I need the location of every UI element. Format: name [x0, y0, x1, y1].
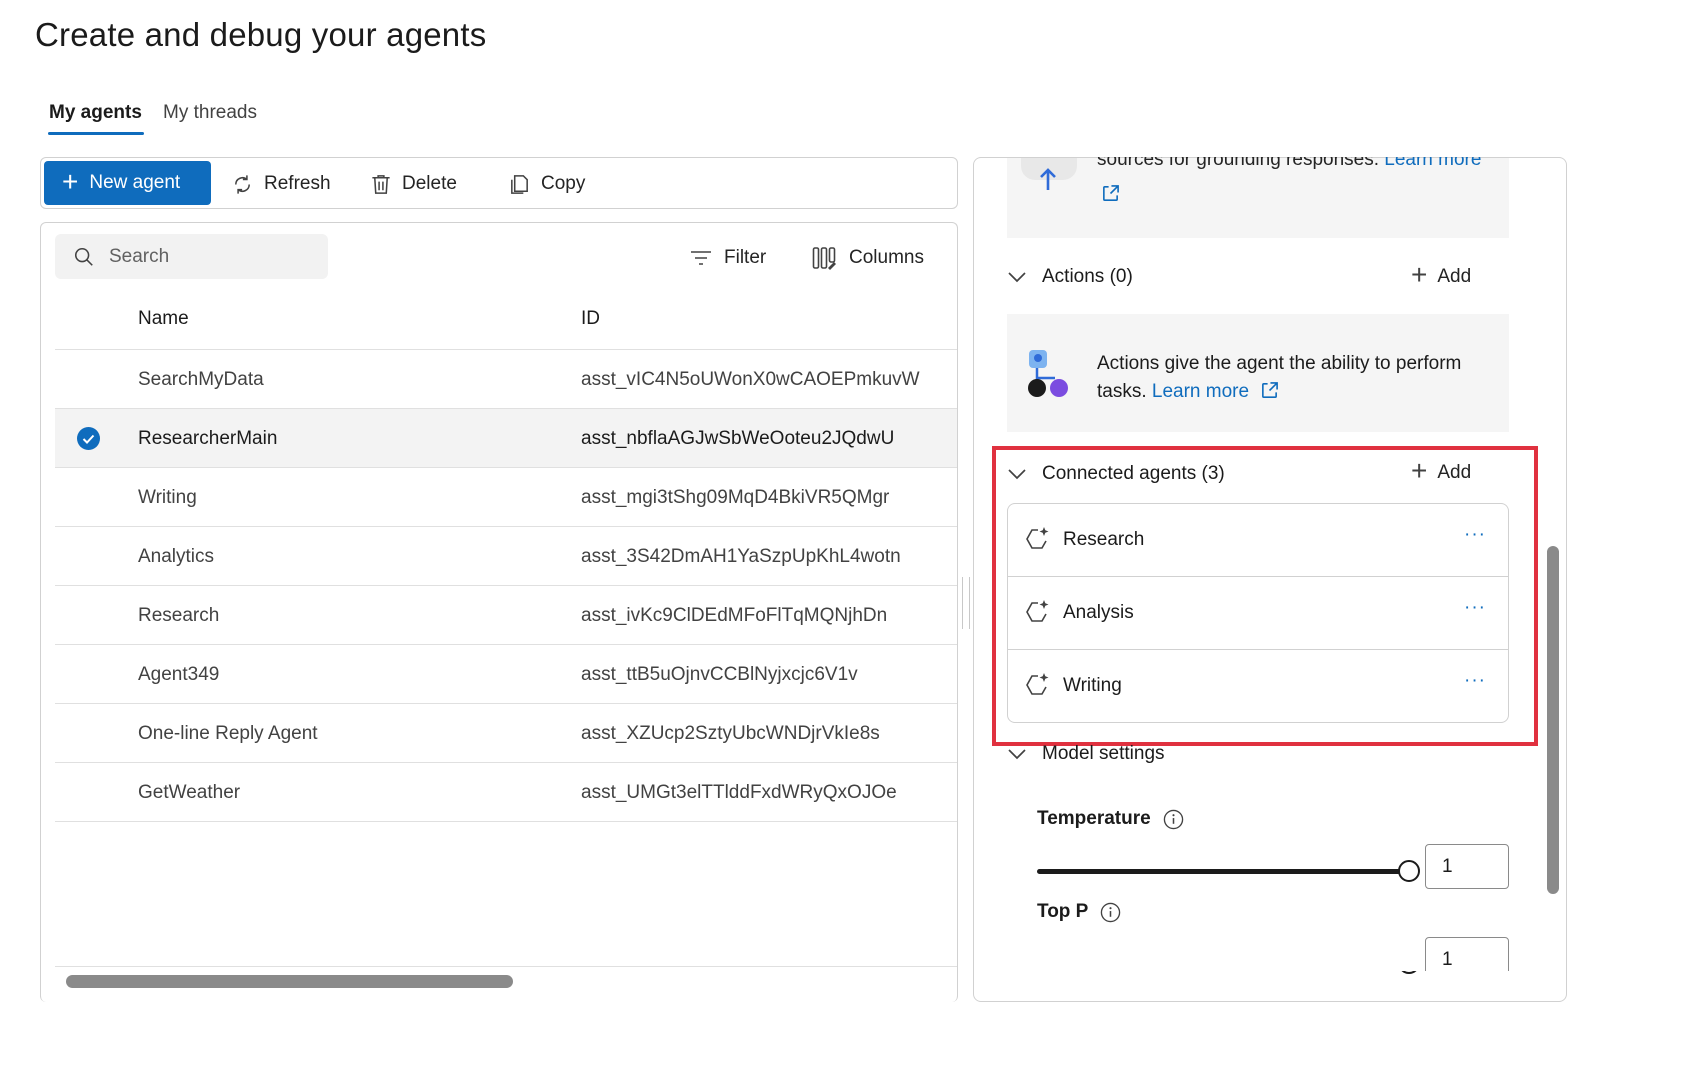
knowledge-text: sources for grounding responses.: [1097, 157, 1379, 170]
table-row[interactable]: One-line Reply Agent asst_XZUcp2SztyUbcW…: [55, 703, 957, 762]
table-row[interactable]: Agent349 asst_ttB5uOjnvCCBlNyjxcjc6V1v: [55, 644, 957, 703]
model-settings-title: Model settings: [1042, 743, 1165, 764]
table-row[interactable]: Writing asst_mgi3tShg09MqD4BkiVR5QMgr: [55, 467, 957, 526]
filter-label: Filter: [724, 247, 767, 268]
column-header-id[interactable]: ID: [581, 308, 600, 330]
agent-name-cell: GetWeather: [138, 782, 241, 803]
columns-label: Columns: [849, 247, 924, 268]
agent-id-cell: asst_ttB5uOjnvCCBlNyjxcjc6V1v: [581, 664, 858, 685]
temperature-slider-thumb[interactable]: [1398, 860, 1420, 882]
refresh-label: Refresh: [264, 173, 331, 194]
info-icon[interactable]: [1163, 809, 1184, 830]
info-icon[interactable]: [1100, 902, 1121, 923]
top-p-control-clip: [974, 971, 1544, 1001]
horizontal-scrollbar[interactable]: [66, 975, 513, 988]
filter-icon: [691, 251, 711, 265]
agent-id-cell: asst_vIC4N5oUWonX0wCAOEPmkuvW: [581, 369, 920, 390]
temperature-input[interactable]: [1425, 844, 1509, 889]
top-p-input-clip: [1425, 937, 1509, 971]
search-icon: [74, 247, 93, 266]
new-agent-label: New agent: [89, 172, 181, 193]
agents-table-body: SearchMyData asst_vIC4N5oUWonX0wCAOEPmku…: [55, 349, 957, 822]
temperature-label: Temperature: [1037, 808, 1184, 830]
highlight-annotation-box: [992, 446, 1538, 746]
agent-id-cell: asst_XZUcp2SztyUbcWNDjrVkIe8s: [581, 723, 880, 744]
copy-label: Copy: [541, 173, 586, 194]
model-settings-section-header[interactable]: Model settings: [1008, 743, 1165, 765]
delete-label: Delete: [402, 173, 457, 194]
tab-my-agents[interactable]: My agents: [49, 102, 142, 124]
top-p-slider-thumb[interactable]: [1398, 971, 1420, 974]
trash-icon: [372, 174, 390, 194]
actions-learn-more-link[interactable]: Learn more: [1152, 381, 1249, 402]
agent-name-cell: Writing: [138, 487, 197, 508]
chevron-down-icon: [1008, 748, 1026, 759]
actions-description: Actions give the agent the ability to pe…: [1097, 350, 1497, 406]
agent-id-cell: asst_3S42DmAH1YaSzpUpKhL4wotn: [581, 546, 901, 567]
top-p-label-text: Top P: [1037, 901, 1089, 922]
add-action-button[interactable]: + Add: [1411, 259, 1472, 290]
table-row[interactable]: GetWeather asst_UMGt3elTTlddFxdWRyQxOJOe: [55, 762, 957, 821]
knowledge-learn-more-link[interactable]: Learn more: [1384, 157, 1481, 170]
copy-button[interactable]: Copy: [508, 166, 585, 202]
checkmark-circle-icon[interactable]: [77, 427, 100, 450]
table-row-selected[interactable]: ResearcherMain asst_nbflaAGJwSbWeOoteu2J…: [55, 408, 957, 467]
actions-section-header[interactable]: Actions (0): [1008, 266, 1133, 288]
columns-icon: [812, 247, 836, 270]
agent-name-cell: One-line Reply Agent: [138, 723, 318, 744]
actions-title: Actions (0): [1042, 266, 1133, 287]
columns-button[interactable]: Columns: [812, 242, 924, 274]
actions-flow-icon: [1028, 350, 1068, 397]
top-p-input[interactable]: [1425, 937, 1509, 971]
agent-id-cell: asst_ivKc9ClDEdMFoFlTqMQNjhDn: [581, 605, 888, 626]
chevron-down-icon: [1008, 271, 1026, 282]
table-divider: [55, 821, 957, 822]
agent-name-cell: ResearcherMain: [138, 428, 278, 449]
filter-button[interactable]: Filter: [690, 242, 766, 274]
temperature-label-text: Temperature: [1037, 808, 1151, 829]
search-box[interactable]: [55, 234, 328, 279]
plus-icon: +: [1411, 259, 1428, 290]
table-row[interactable]: Research asst_ivKc9ClDEdMFoFlTqMQNjhDn: [55, 585, 957, 644]
tab-my-threads[interactable]: My threads: [163, 102, 257, 124]
page-title: Create and debug your agents: [35, 16, 487, 53]
refresh-icon: [235, 174, 250, 194]
column-header-name[interactable]: Name: [138, 308, 189, 330]
copy-icon: [511, 174, 528, 194]
agent-name-cell: Research: [138, 605, 220, 626]
new-agent-button[interactable]: + New agent: [44, 161, 211, 205]
knowledge-description: sources for grounding responses. Learn m…: [1097, 157, 1497, 175]
vertical-scrollbar[interactable]: [1547, 546, 1559, 894]
upload-arrow-icon: [1040, 168, 1056, 190]
delete-button[interactable]: Delete: [370, 166, 457, 202]
refresh-button[interactable]: Refresh: [231, 166, 331, 202]
add-action-label: Add: [1437, 265, 1472, 287]
active-tab-indicator: [48, 132, 144, 135]
agent-name-cell: Agent349: [138, 664, 220, 685]
agent-name-cell: SearchMyData: [138, 369, 264, 390]
agent-id-cell: asst_mgi3tShg09MqD4BkiVR5QMgr: [581, 487, 890, 508]
agent-name-cell: Analytics: [138, 546, 215, 567]
plus-icon: +: [62, 165, 79, 197]
horizontal-scroll-track: [55, 966, 957, 967]
table-row[interactable]: SearchMyData asst_vIC4N5oUWonX0wCAOEPmku…: [55, 349, 957, 408]
agent-id-cell: asst_nbflaAGJwSbWeOoteu2JQdwU: [581, 428, 895, 449]
top-p-label: Top P: [1037, 901, 1121, 923]
table-row[interactable]: Analytics asst_3S42DmAH1YaSzpUpKhL4wotn: [55, 526, 957, 585]
search-input[interactable]: [109, 245, 309, 268]
external-link-icon[interactable]: [1260, 381, 1279, 400]
temperature-slider-track[interactable]: [1037, 869, 1409, 874]
pane-resize-handle[interactable]: [962, 577, 970, 629]
agent-id-cell: asst_UMGt3elTTlddFxdWRyQxOJOe: [581, 782, 897, 803]
external-link-icon[interactable]: [1101, 184, 1120, 203]
